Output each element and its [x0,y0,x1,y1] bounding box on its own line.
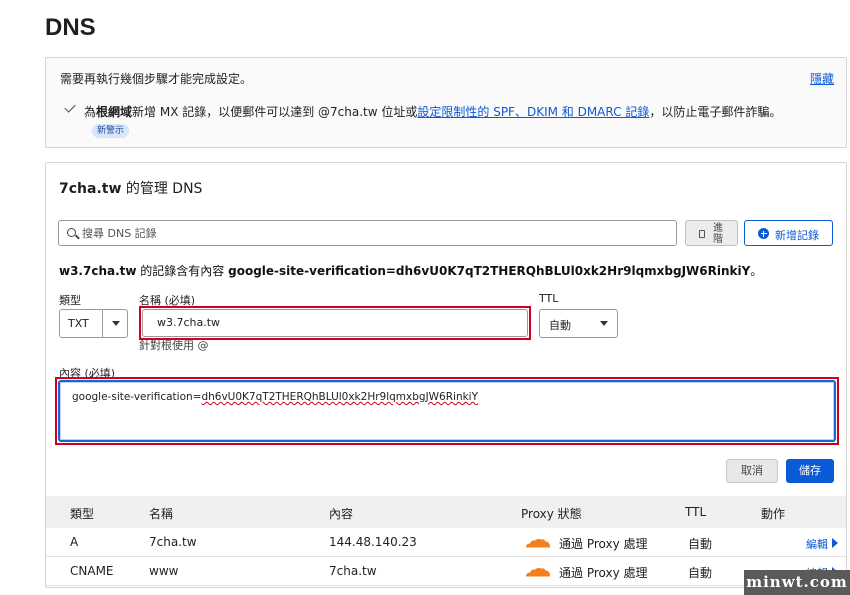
name-input[interactable]: w3.7cha.tw [142,309,528,337]
page-title: DNS [45,14,96,41]
hide-alert-link[interactable]: 隱藏 [810,70,834,87]
spf-dkim-dmarc-link[interactable]: 設定限制性的 SPF、DKIM 和 DMARC 記錄 [417,105,649,119]
content-value: google-site-verification=dh6vU0K7qT2THER… [72,391,478,403]
setup-alert: 需要再執行幾個步驟才能完成設定。 隱藏 為根網域新增 MX 記錄，以便郵件可以達… [45,57,847,148]
record-desc-end: 。 [750,264,763,278]
content-prefix: google-site-verification= [72,391,202,403]
table-header: 類型 名稱 內容 Proxy 狀態 TTL 動作 [46,496,846,528]
ttl-select[interactable]: 自動 [539,309,618,338]
new-alert-badge: 新警示 [92,124,130,138]
content-textarea[interactable]: google-site-verification=dh6vU0K7qT2THER… [58,380,836,442]
type-select-divider [102,310,103,337]
column-header-name[interactable]: 名稱 [149,505,173,522]
record-desc-name: w3.7cha.tw [59,264,137,278]
alert-text-prefix: 為 [84,105,97,119]
alert-text-suffix: ，以防止電子郵件詐騙。 [649,105,782,119]
table-row[interactable]: A 7cha.tw 144.48.140.23 通過 Proxy 處理 自動 編… [46,528,846,557]
alert-text-bold: 根網域 [96,105,133,119]
name-input-value: w3.7cha.tw [157,316,221,329]
search-input[interactable] [82,225,662,242]
name-hint: 針對根使用 @ [139,339,209,352]
table-row[interactable]: CNAME www 7cha.tw 通過 Proxy 處理 自動 編輯 [46,557,846,586]
proxy-cloud-icon [526,567,550,577]
row-name: www [149,564,179,578]
ttl-label: TTL [539,292,559,305]
document-icon [699,230,705,238]
content-token: dh6vU0K7qT2THERQhBLUl0xk2Hr9lqmxbgJW6Rin… [201,391,479,403]
advanced-label: 進階 [713,223,723,245]
row-proxy-status: 通過 Proxy 處理 [559,566,648,580]
alert-text-mid: 新增 MX 記錄，以便郵件可以達到 @7cha.tw 位址或 [132,105,418,119]
edit-link[interactable]: 編輯 [806,536,828,552]
record-desc-mid: 的記錄含有內容 [136,264,229,278]
advanced-button[interactable]: 進階 [685,220,738,246]
row-content: 7cha.tw [329,564,377,578]
chevron-down-icon [112,321,120,326]
save-button[interactable]: 儲存 [786,459,834,483]
cancel-button[interactable]: 取消 [726,459,778,483]
alert-title: 需要再執行幾個步驟才能完成設定。 [60,72,253,86]
row-type: CNAME [70,564,114,578]
row-proxy-status: 通過 Proxy 處理 [559,537,648,551]
record-description: w3.7cha.tw 的記錄含有內容 google-site-verificat… [59,262,762,279]
dns-title-suffix: 的管理 DNS [121,181,203,197]
type-value: TXT [68,317,89,330]
watermark: minwt.com [744,570,850,595]
column-header-proxy[interactable]: Proxy 狀態 [521,505,582,522]
plus-circle-icon [758,228,769,239]
proxy-cloud-icon [526,538,550,548]
search-icon [67,228,76,237]
chevron-right-icon[interactable] [832,538,838,548]
column-header-ttl[interactable]: TTL [685,505,706,519]
row-content: 144.48.140.23 [329,535,417,549]
search-dns-box[interactable] [58,220,677,246]
alert-text: 為根網域新增 MX 記錄，以便郵件可以達到 @7cha.tw 位址或設定限制性的… [84,103,781,120]
add-record-button[interactable]: 新增記錄 [744,220,833,246]
check-icon [64,101,76,113]
dns-domain: 7cha.tw [59,181,122,197]
column-header-type[interactable]: 類型 [70,505,94,522]
add-record-label: 新增記錄 [775,229,819,242]
row-ttl: 自動 [688,537,713,551]
row-type: A [70,535,79,549]
ttl-value: 自動 [549,319,571,332]
type-label: 類型 [59,294,81,307]
dns-card-title: 7cha.tw 的管理 DNS [59,178,202,198]
column-header-content[interactable]: 內容 [329,505,353,522]
dns-management-card: 7cha.tw 的管理 DNS 進階 新增記錄 w3.7cha.tw 的記錄含有… [45,162,847,588]
row-ttl: 自動 [688,566,713,580]
record-desc-content: google-site-verification=dh6vU0K7qT2THER… [228,264,751,278]
column-header-action: 動作 [761,507,786,521]
row-name: 7cha.tw [149,535,197,549]
type-select[interactable]: TXT [59,309,128,338]
chevron-down-icon [600,321,608,326]
